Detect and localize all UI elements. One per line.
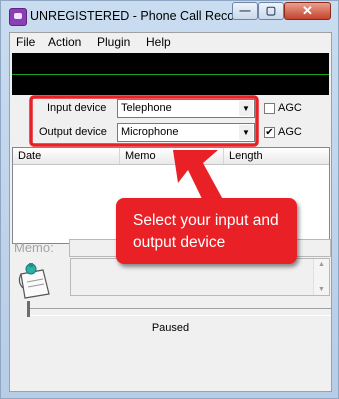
notes-scrollbar[interactable]: ▲ ▼ (313, 259, 329, 295)
title-bar[interactable]: UNREGISTERED - Phone Call Recor... — ▢ ✕ (1, 1, 338, 31)
input-agc-checkbox[interactable] (264, 103, 275, 114)
chevron-down-icon[interactable]: ▼ (239, 125, 253, 140)
menu-help[interactable]: Help (146, 35, 171, 49)
input-device-label: Input device (47, 102, 107, 114)
column-length[interactable]: Length (224, 148, 329, 164)
output-agc-label: AGC (278, 126, 302, 138)
input-device-select[interactable]: Telephone ▼ (117, 99, 255, 118)
menu-action[interactable]: Action (48, 35, 81, 49)
close-icon: ✕ (302, 3, 313, 18)
checkmark-icon: ✔ (265, 127, 274, 138)
window-title: UNREGISTERED - Phone Call Recor... (30, 9, 249, 23)
chevron-down-icon[interactable]: ▼ (239, 101, 253, 116)
output-agc-checkbox[interactable]: ✔ (264, 127, 275, 138)
input-agc-label: AGC (278, 102, 302, 114)
column-memo[interactable]: Memo (120, 148, 224, 164)
close-button[interactable]: ✕ (284, 2, 331, 20)
list-header: Date Memo Length (13, 148, 329, 165)
minimize-icon: — (239, 5, 251, 17)
output-device-label: Output device (39, 126, 107, 138)
menu-bar: File Action Plugin Help (10, 33, 331, 51)
scroll-up-icon[interactable]: ▲ (314, 261, 329, 268)
status-text: Paused (151, 322, 190, 334)
menu-file[interactable]: File (16, 35, 35, 49)
playback-track[interactable] (27, 308, 331, 316)
audio-level-scope (12, 53, 329, 95)
minimize-button[interactable]: — (232, 2, 258, 20)
input-device-value: Telephone (121, 102, 172, 114)
callout-text: Select your input and output device (133, 212, 279, 251)
memo-label: Memo: (14, 240, 54, 255)
maximize-button[interactable]: ▢ (258, 2, 284, 20)
scroll-down-icon[interactable]: ▼ (314, 286, 329, 293)
app-icon[interactable] (9, 8, 27, 26)
waveform-line (12, 74, 329, 75)
callout-box: Select your input and output device (116, 198, 297, 264)
output-device-value: Microphone (121, 126, 179, 138)
notepad-pin-icon (18, 263, 50, 299)
column-date[interactable]: Date (13, 148, 120, 164)
output-device-select[interactable]: Microphone ▼ (117, 123, 255, 142)
playback-slider-thumb[interactable] (27, 301, 30, 317)
maximize-icon: ▢ (265, 5, 277, 17)
menu-plugin[interactable]: Plugin (97, 35, 130, 49)
